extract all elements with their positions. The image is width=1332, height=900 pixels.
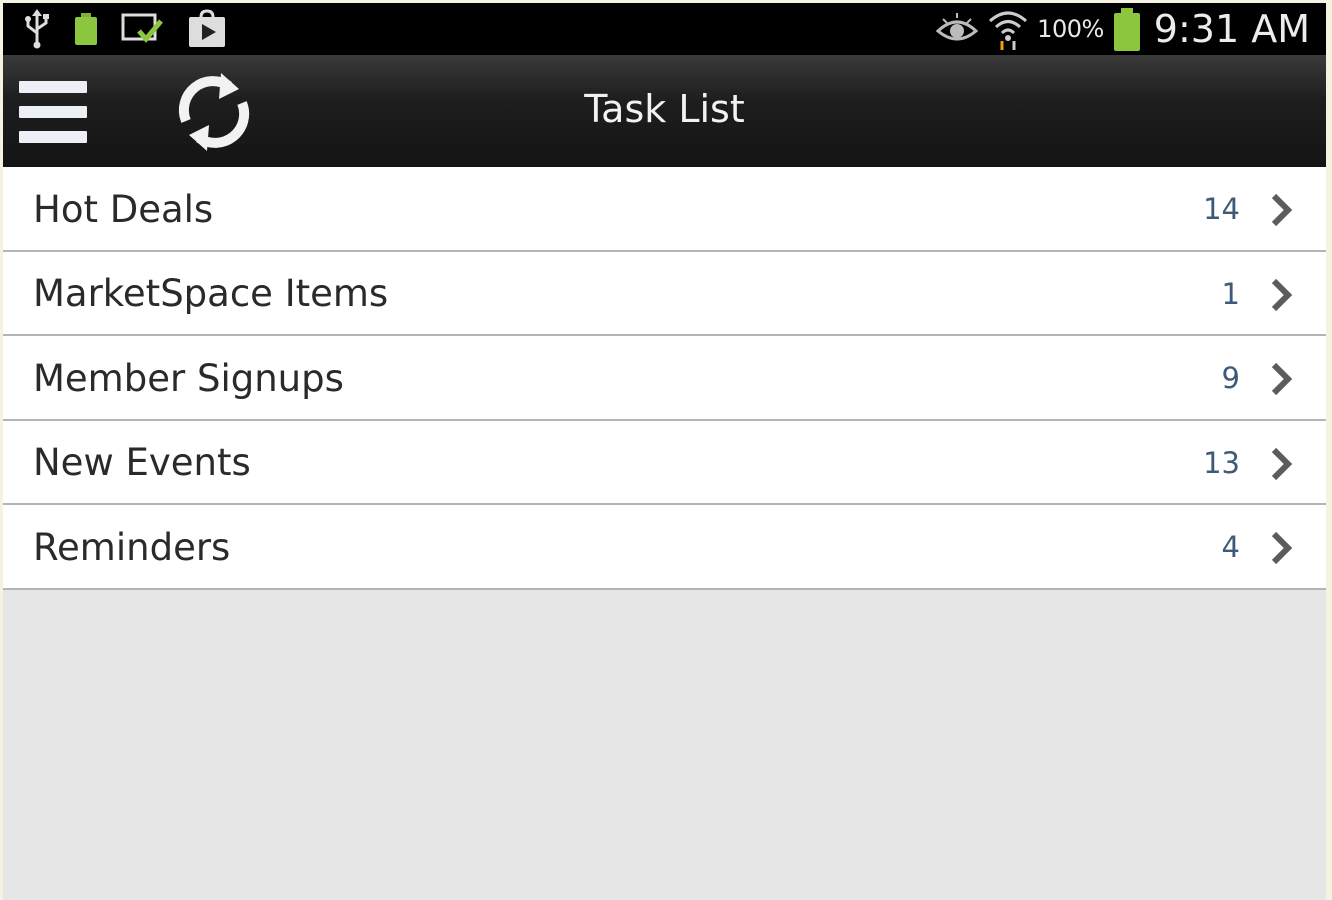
chevron-right-icon xyxy=(1271,532,1293,565)
eye-icon xyxy=(935,9,979,49)
status-bar: 100% 9:31 AM xyxy=(3,3,1326,55)
play-store-icon xyxy=(187,9,227,49)
chevron-right-icon xyxy=(1271,278,1293,311)
battery-percent: 100% xyxy=(1037,15,1104,43)
list-item[interactable]: Reminders 4 xyxy=(3,505,1326,590)
app-screen: 100% 9:31 AM Task List Hot Deals 14 Mark… xyxy=(3,3,1326,900)
action-bar: Task List xyxy=(3,55,1326,167)
list-item-count: 4 xyxy=(1221,530,1240,565)
clock: 9:31 AM xyxy=(1153,7,1310,51)
battery-small-icon xyxy=(73,9,99,49)
wifi-icon xyxy=(987,7,1029,51)
task-list: Hot Deals 14 MarketSpace Items 1 Member … xyxy=(3,167,1326,590)
list-item-count: 1 xyxy=(1221,276,1240,311)
refresh-icon xyxy=(178,73,250,151)
list-item-count: 13 xyxy=(1203,445,1240,480)
list-item-count: 14 xyxy=(1203,192,1240,226)
chevron-right-icon xyxy=(1271,447,1293,480)
screen-check-icon xyxy=(121,9,165,49)
list-item-label: New Events xyxy=(33,441,251,485)
list-item-count: 9 xyxy=(1221,361,1240,396)
list-item[interactable]: New Events 13 xyxy=(3,420,1326,506)
list-item[interactable]: Member Signups 9 xyxy=(3,336,1326,421)
usb-icon xyxy=(23,9,51,49)
list-item-label: Member Signups xyxy=(33,356,344,400)
list-item[interactable]: MarketSpace Items 1 xyxy=(3,251,1326,337)
chevron-right-icon xyxy=(1271,193,1293,227)
list-item-label: Reminders xyxy=(33,525,231,569)
list-item-label: MarketSpace Items xyxy=(33,272,389,316)
list-item-label: Hot Deals xyxy=(33,187,214,231)
status-icons-left xyxy=(23,9,227,49)
menu-button[interactable] xyxy=(19,75,91,145)
chevron-right-icon xyxy=(1271,363,1293,396)
battery-icon xyxy=(1112,6,1142,52)
list-item[interactable]: Hot Deals 14 xyxy=(3,167,1326,252)
status-icons-right: 100% 9:31 AM xyxy=(935,3,1310,55)
refresh-button[interactable] xyxy=(171,69,257,155)
